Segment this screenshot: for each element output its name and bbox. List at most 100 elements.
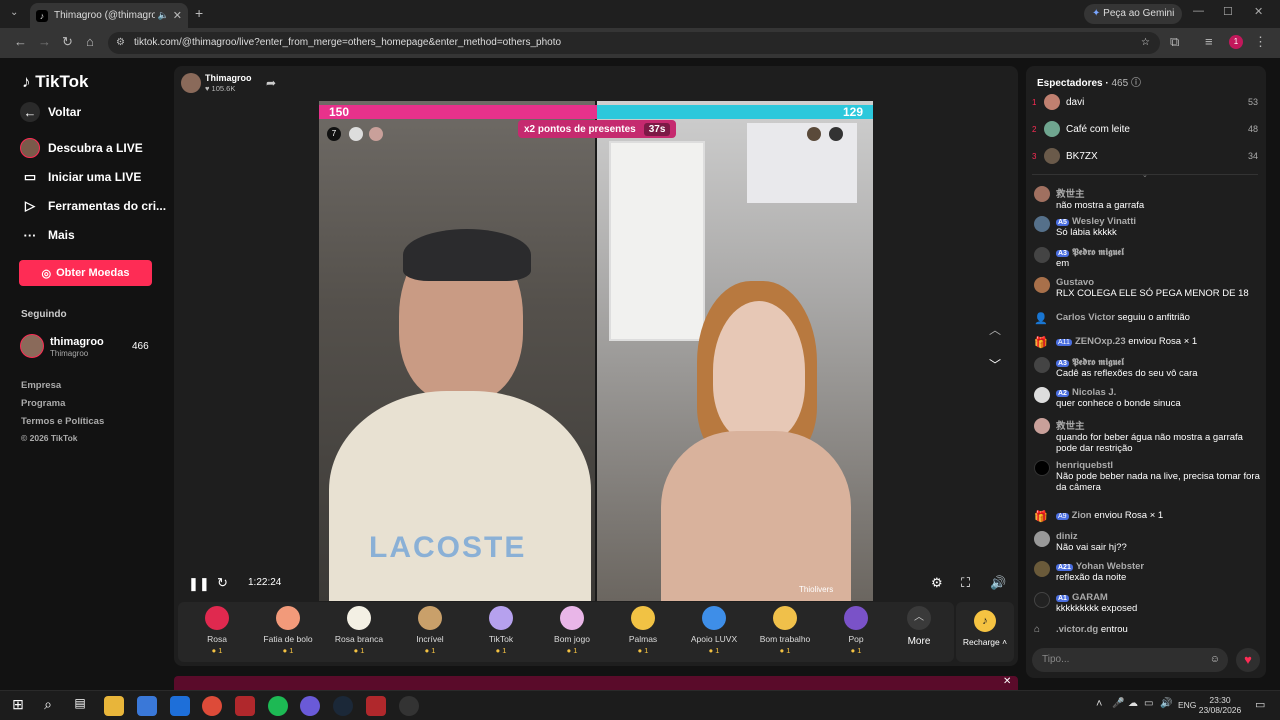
gift-item[interactable]: Rosa ● 1 bbox=[182, 606, 252, 655]
emoji-icon[interactable]: ☺ bbox=[1210, 648, 1220, 672]
fullscreen-icon[interactable]: ⛶ bbox=[961, 575, 970, 591]
gemini-button[interactable]: ✦ Peça ao Gemini bbox=[1084, 4, 1183, 24]
outlook-icon[interactable] bbox=[170, 696, 190, 716]
refresh-icon[interactable]: ↻ bbox=[217, 575, 228, 591]
chat-user[interactable]: Nicolas J. bbox=[1072, 387, 1116, 398]
recharge-button[interactable]: ♪ Recharge ˄ bbox=[956, 602, 1014, 662]
chat-user[interactable]: henriquebstl bbox=[1056, 460, 1262, 471]
gift-item[interactable]: Palmas ● 1 bbox=[608, 606, 678, 655]
footer-link-terms[interactable]: Termos e Políticas bbox=[21, 416, 104, 427]
minimize-icon[interactable]: — bbox=[1193, 5, 1204, 17]
top-viewer-row[interactable]: 3 BK7ZX 34 bbox=[1032, 146, 1258, 166]
tiktok-logo[interactable]: ♪ TikTok bbox=[22, 72, 88, 92]
gift-item[interactable]: Bom jogo ● 1 bbox=[537, 606, 607, 655]
speaker-icon[interactable]: 🔊 bbox=[1160, 698, 1172, 709]
store-icon[interactable] bbox=[137, 696, 157, 716]
settings-icon[interactable]: ⚙ bbox=[931, 575, 943, 591]
language-indicator[interactable]: ENG bbox=[1178, 700, 1196, 710]
reload-icon[interactable]: ↻ bbox=[62, 34, 73, 50]
chat-user[interactable]: 𝕻𝖊𝖉𝖗𝖔 𝖒𝖎𝖌𝖚𝖊𝖑 bbox=[1072, 247, 1124, 258]
close-tab-icon[interactable]: ✕ bbox=[173, 9, 182, 22]
voicemeeter-icon[interactable] bbox=[235, 696, 255, 716]
chat-user[interactable]: Gustavo bbox=[1056, 277, 1249, 288]
gift-item[interactable]: Bom trabalho ● 1 bbox=[750, 606, 820, 655]
chat-user[interactable]: Zion bbox=[1072, 510, 1092, 521]
chat-user[interactable]: Yohan Webster bbox=[1076, 561, 1144, 572]
url-field[interactable]: ⚙ tiktok.com/@thimagroo/live?enter_from_… bbox=[108, 32, 1160, 54]
get-coins-button[interactable]: ◎ Obter Moedas bbox=[19, 260, 152, 286]
chevron-down-icon[interactable]: ⌄ bbox=[1142, 171, 1148, 179]
sidebar-item-start-live[interactable]: ▭ Iniciar uma LIVE bbox=[20, 167, 142, 187]
tab-list-icon[interactable]: ⌄ bbox=[10, 7, 18, 18]
heart-icon[interactable]: ♥ bbox=[1236, 648, 1260, 672]
windows-start-icon[interactable]: ⊞ bbox=[8, 696, 28, 716]
chat-user[interactable]: 𝕻𝖊𝖉𝖗𝖔 𝖒𝖎𝖌𝖚𝖊𝖑 bbox=[1072, 357, 1124, 368]
info-icon[interactable]: ⓘ bbox=[1131, 78, 1141, 89]
maximize-icon[interactable]: ☐ bbox=[1223, 5, 1233, 18]
audio-icon[interactable]: 🔈 bbox=[158, 10, 169, 21]
network-icon[interactable]: ▭ bbox=[1144, 698, 1153, 709]
host-name[interactable]: Thimagroo bbox=[205, 73, 252, 83]
mic-icon[interactable]: 🎤 bbox=[1112, 698, 1124, 709]
sidebar-item-creator-tools[interactable]: ▷ Ferramentas do cri... bbox=[20, 196, 166, 216]
battle-video[interactable]: LACOSTE 7 Thiolivers 150 129 x2 pontos d… bbox=[319, 101, 873, 601]
media-control-icon[interactable]: ≡ bbox=[1205, 34, 1213, 49]
pause-icon[interactable]: ❚❚ bbox=[188, 576, 210, 592]
chat-user[interactable]: 救世主 bbox=[1056, 418, 1262, 432]
following-account-row[interactable]: thimagroo Thimagroo 466 bbox=[20, 334, 152, 360]
gift-item[interactable]: TikTok ● 1 bbox=[466, 606, 536, 655]
chat-user[interactable]: Carlos Victor bbox=[1056, 312, 1115, 323]
close-window-icon[interactable]: ✕ bbox=[1254, 5, 1263, 18]
volume-icon[interactable]: 🔊 bbox=[990, 575, 1006, 591]
spotify-icon[interactable] bbox=[268, 696, 288, 716]
task-view-icon[interactable]: ▤ bbox=[70, 696, 90, 716]
menu-kebab-icon[interactable]: ⋮ bbox=[1254, 34, 1267, 50]
chat-message: A1 GARAM kkkkkkkkk exposed bbox=[1034, 592, 1262, 614]
sidebar-item-more[interactable]: ··· Mais bbox=[20, 225, 75, 245]
chat-input[interactable]: Tipo... ☺ bbox=[1032, 648, 1228, 672]
clock[interactable]: 23:30 23/08/2026 bbox=[1198, 695, 1242, 715]
chat-user[interactable]: diniz bbox=[1056, 531, 1127, 542]
gift-item[interactable]: Rosa branca ● 1 bbox=[324, 606, 394, 655]
top-viewer-row[interactable]: 2 Café com leite 48 bbox=[1032, 119, 1258, 139]
steam-icon[interactable] bbox=[333, 696, 353, 716]
back-button[interactable]: ← Voltar bbox=[20, 102, 81, 122]
more-gifts-button[interactable]: ︿ More bbox=[884, 606, 954, 647]
discord-icon[interactable] bbox=[300, 696, 320, 716]
forward-icon[interactable]: → bbox=[38, 34, 51, 49]
chrome-icon[interactable] bbox=[202, 696, 222, 716]
bookmark-star-icon[interactable]: ☆ bbox=[1141, 32, 1150, 54]
profile-avatar[interactable]: 1 bbox=[1229, 35, 1243, 49]
voicemeeter-icon[interactable] bbox=[366, 696, 386, 716]
home-icon[interactable]: ⌂ bbox=[86, 34, 94, 49]
sidebar-item-discover-live[interactable]: Descubra a LIVE bbox=[20, 138, 143, 158]
new-tab-icon[interactable]: + bbox=[195, 5, 203, 21]
footer-link-company[interactable]: Empresa bbox=[21, 380, 61, 391]
chat-user[interactable]: ZENOxp.23 bbox=[1075, 336, 1126, 347]
back-icon[interactable]: ← bbox=[14, 34, 27, 49]
gift-item[interactable]: Fatia de bolo ● 1 bbox=[253, 606, 323, 655]
share-icon[interactable]: ➦ bbox=[266, 76, 276, 90]
close-banner-icon[interactable]: ✕ bbox=[1003, 676, 1011, 687]
host-avatar[interactable] bbox=[181, 73, 201, 93]
gift-item[interactable]: Pop ● 1 bbox=[821, 606, 891, 655]
site-info-icon[interactable]: ⚙ bbox=[116, 32, 125, 54]
top-viewer-row[interactable]: 1 davi 53 bbox=[1032, 92, 1258, 112]
chevron-up-icon[interactable]: ︿ bbox=[989, 321, 1001, 338]
chat-user[interactable]: Wesley Vinatti bbox=[1072, 216, 1136, 227]
footer-link-program[interactable]: Programa bbox=[21, 398, 65, 409]
obs-icon[interactable] bbox=[399, 696, 419, 716]
chat-user[interactable]: GARAM bbox=[1072, 592, 1108, 603]
chat-user[interactable]: .victor.dg bbox=[1056, 624, 1098, 635]
extensions-icon[interactable]: ⧉ bbox=[1170, 34, 1179, 50]
tray-chevron-icon[interactable]: ˄ bbox=[1096, 698, 1102, 710]
browser-tab[interactable]: ♪ Thimagroo (@thimagroo) é 🔈 ✕ bbox=[30, 3, 188, 28]
gift-item[interactable]: Apoio LUVX ● 1 bbox=[679, 606, 749, 655]
chevron-down-icon[interactable]: ﹀ bbox=[989, 356, 1001, 373]
tray-app-icon[interactable]: ☁ bbox=[1128, 698, 1138, 709]
gift-item[interactable]: Incrível ● 1 bbox=[395, 606, 465, 655]
chat-user[interactable]: 救世主 bbox=[1056, 186, 1144, 200]
file-explorer-icon[interactable] bbox=[104, 696, 124, 716]
search-icon[interactable]: ⌕ bbox=[38, 696, 58, 716]
notifications-icon[interactable]: ▭ bbox=[1255, 698, 1265, 711]
